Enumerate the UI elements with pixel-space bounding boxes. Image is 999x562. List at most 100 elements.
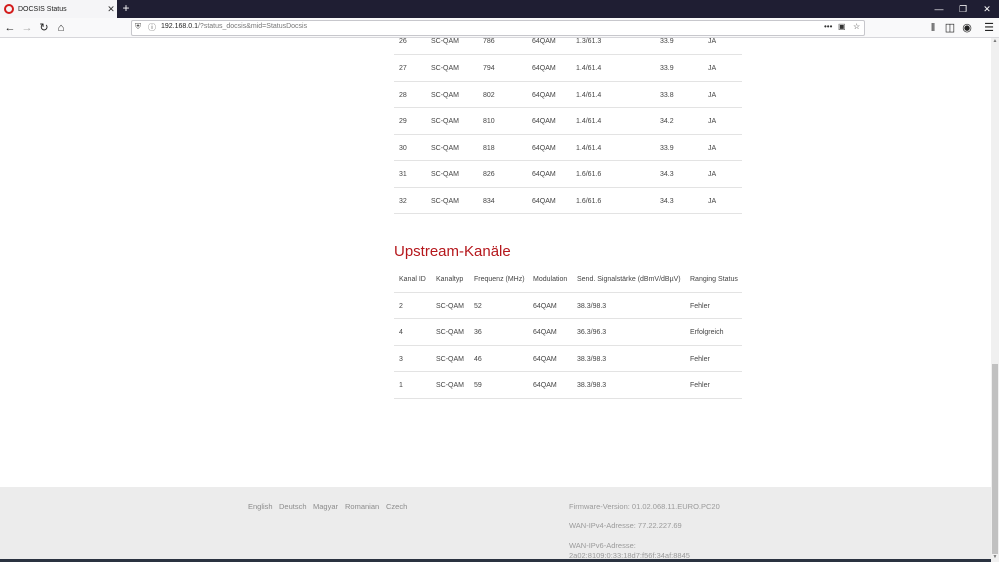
downstream-cell-power: 1.4/61.4 — [576, 118, 602, 125]
downstream-cell-id: 28 — [399, 91, 407, 99]
downstream-cell-snr: 34.3 — [660, 197, 674, 205]
downstream-cell-type: SC-QAM — [431, 171, 459, 178]
upstream-cell-type: SC-QAM — [436, 329, 464, 336]
downstream-cell-freq: 834 — [483, 197, 495, 205]
downstream-cell-snr: 34.2 — [660, 118, 674, 125]
downstream-cell-type: SC-QAM — [431, 118, 459, 125]
upstream-cell-power: 36.3/96.3 — [577, 329, 607, 336]
sidebar-icon[interactable]: ◫ — [942, 20, 958, 36]
downstream-cell-snr: 33.9 — [660, 65, 674, 72]
downstream-cell-freq: 794 — [483, 65, 495, 72]
scroll-down-arrow-icon[interactable]: ▼ — [991, 554, 999, 562]
header-frequenz: Frequenz (MHz) — [474, 276, 525, 283]
url-text[interactable]: 192.168.0.1/?status_docsis&mid=StatusDoc… — [161, 23, 307, 30]
downstream-cell-mod: 64QAM — [532, 197, 556, 205]
downstream-cell-type: SC-QAM — [431, 91, 459, 99]
downstream-cell-lock: JA — [708, 197, 717, 205]
upstream-cell-mod: 64QAM — [533, 355, 557, 363]
downstream-cell-snr: 33.8 — [660, 91, 674, 99]
library-icon[interactable]: ‖ — [925, 20, 941, 36]
downstream-cell-type: SC-QAM — [431, 38, 459, 45]
downstream-row: 27 SC-QAM 794 64QAM 1.4/61.4 33.9 JA — [394, 55, 742, 82]
upstream-row: 2 SC-QAM 52 64QAM 38.3/98.3 Fehler — [394, 293, 742, 319]
lang-link-deutsch[interactable]: Deutsch — [279, 502, 307, 511]
header-kanal-id: Kanal ID — [399, 276, 426, 283]
page-footer: English Deutsch Magyar Romanian Czech Fi… — [0, 487, 991, 562]
header-kanaltyp: Kanaltyp — [436, 276, 464, 283]
downstream-cell-power: 1.6/61.6 — [576, 171, 602, 178]
upstream-heading: Upstream-Kanäle — [394, 243, 511, 260]
account-icon[interactable]: ◉ — [959, 20, 975, 36]
downstream-cell-freq: 810 — [483, 118, 495, 125]
downstream-cell-power: 1.4/61.4 — [576, 144, 602, 152]
downstream-cell-freq: 826 — [483, 171, 495, 178]
downstream-cell-id: 32 — [399, 197, 407, 205]
scroll-thumb[interactable] — [992, 364, 998, 554]
downstream-cell-lock: JA — [708, 144, 717, 152]
tab-title: DOCSIS Status — [18, 5, 67, 13]
upstream-cell-power: 38.3/98.3 — [577, 355, 607, 363]
downstream-cell-type: SC-QAM — [431, 197, 459, 205]
downstream-cell-snr: 34.3 — [660, 171, 674, 178]
downstream-cell-type: SC-QAM — [431, 144, 459, 152]
upstream-cell-type: SC-QAM — [436, 382, 464, 389]
upstream-cell-status: Fehler — [690, 382, 710, 389]
downstream-cell-mod: 64QAM — [532, 38, 556, 45]
header-signalstaerke: Send. Signalstärke (dBmV/dBµV) — [577, 276, 681, 283]
downstream-cell-lock: JA — [708, 91, 717, 99]
window-close-button[interactable]: ✕ — [975, 0, 999, 18]
home-icon[interactable]: ⌂ — [53, 20, 69, 36]
upstream-cell-status: Fehler — [690, 355, 710, 363]
downstream-row: 26 SC-QAM 786 64QAM 1.3/61.3 33.9 JA — [394, 28, 742, 55]
back-arrow-icon[interactable]: ← — [2, 20, 18, 36]
downstream-cell-power: 1.4/61.4 — [576, 65, 602, 72]
site-info-icon[interactable]: ⓘ — [148, 22, 156, 33]
new-tab-button[interactable]: + — [119, 0, 133, 18]
downstream-table: 26 SC-QAM 786 64QAM 1.3/61.3 33.9 JA 27 SC-QAM 79… — [394, 28, 742, 214]
downstream-cell-id: 27 — [399, 65, 407, 72]
downstream-row: 28 SC-QAM 802 64QAM 1.4/61.4 33.8 JA — [394, 82, 742, 108]
header-ranging-status: Ranging Status — [690, 276, 738, 283]
downstream-cell-freq: 818 — [483, 144, 495, 152]
menu-hamburger-icon[interactable]: ☰ — [981, 20, 997, 36]
downstream-row: 31 SC-QAM 826 64QAM 1.6/61.6 34.3 JA — [394, 161, 742, 188]
url-host: 192.168.0.1 — [161, 23, 198, 30]
upstream-cell-status: Erfolgreich — [690, 329, 724, 336]
wan-ipv4-address: WAN-IPv4-Adresse: 77.22.227.69 — [569, 521, 682, 530]
lang-link-czech[interactable]: Czech — [386, 502, 407, 511]
pocket-icon[interactable]: ▣ — [838, 22, 846, 31]
upstream-cell-freq: 59 — [474, 382, 482, 389]
lang-link-magyar[interactable]: Magyar — [313, 502, 338, 511]
page-actions-icon[interactable]: ••• — [824, 22, 832, 31]
bookmark-star-icon[interactable]: ☆ — [853, 22, 860, 31]
restore-button[interactable]: ❐ — [951, 0, 975, 18]
page-scrollbar[interactable]: ▲ ▼ — [991, 38, 999, 562]
downstream-cell-id: 26 — [399, 38, 407, 45]
downstream-cell-id: 31 — [399, 171, 407, 178]
header-modulation: Modulation — [533, 276, 568, 283]
tab-close-icon[interactable]: ✕ — [105, 4, 117, 15]
upstream-cell-freq: 52 — [474, 302, 482, 310]
tracking-shield-icon[interactable]: ⛨ — [135, 22, 141, 32]
lang-link-english[interactable]: English — [248, 502, 273, 511]
upstream-cell-type: SC-QAM — [436, 302, 464, 310]
downstream-cell-power: 1.4/61.4 — [576, 91, 602, 99]
downstream-cell-lock: JA — [708, 118, 717, 125]
scroll-up-arrow-icon[interactable]: ▲ — [991, 38, 999, 46]
browser-tab[interactable]: DOCSIS Status ✕ — [0, 0, 117, 18]
downstream-cell-snr: 33.9 — [660, 144, 674, 152]
lang-link-romanian[interactable]: Romanian — [345, 502, 379, 511]
wan-ipv6-label: WAN-IPv6-Adresse: — [569, 541, 636, 550]
downstream-cell-mod: 64QAM — [532, 65, 556, 72]
upstream-cell-freq: 36 — [474, 329, 482, 336]
url-path: /?status_docsis&mid=StatusDocsis — [197, 23, 308, 30]
upstream-cell-status: Fehler — [690, 302, 710, 310]
downstream-cell-power: 1.3/61.3 — [576, 38, 602, 45]
minimize-button[interactable]: — — [927, 0, 951, 18]
reload-icon[interactable]: ↻ — [36, 20, 52, 36]
forward-arrow-icon[interactable]: → — [19, 20, 35, 36]
downstream-cell-power: 1.6/61.6 — [576, 197, 602, 205]
browser-tab-bar: DOCSIS Status ✕ + — ❐ ✕ — [0, 0, 999, 18]
downstream-cell-lock: JA — [708, 38, 717, 45]
upstream-cell-id: 2 — [399, 302, 403, 310]
